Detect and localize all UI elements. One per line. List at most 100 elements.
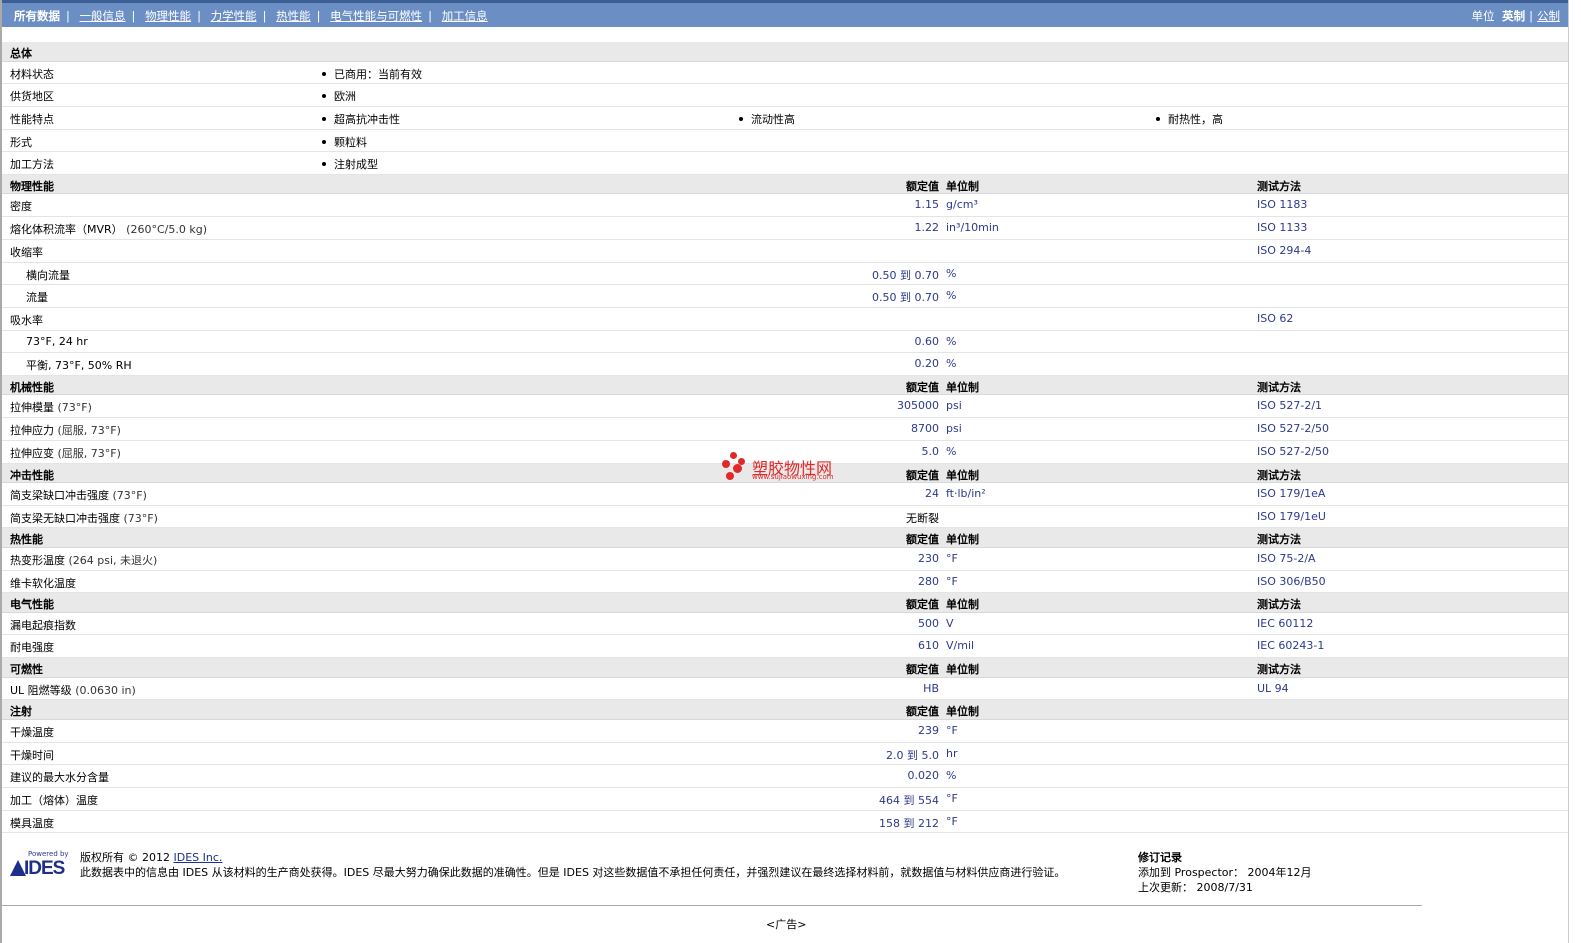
property-value: 239 xyxy=(918,723,939,737)
property-name: 吸水率 xyxy=(10,312,43,328)
section-header: 物理性能 额定值 单位制 测试方法 xyxy=(2,174,1568,195)
property-name: 干燥时间 xyxy=(10,747,54,763)
test-method: ISO 62 xyxy=(1257,311,1294,325)
property-unit: ft·lb/in² xyxy=(946,487,986,500)
property-value: 0.50 到 0.70 xyxy=(872,268,939,282)
property-name: 干燥温度 xyxy=(10,724,54,740)
property-label: 耐电强度 xyxy=(10,641,54,655)
property-unit: °F xyxy=(946,814,958,828)
tab-all-data[interactable]: 所有数据 xyxy=(14,9,60,23)
col-header-unit: 单位制 xyxy=(946,380,979,394)
property-value: 8700 xyxy=(911,422,939,436)
bullet-icon xyxy=(322,116,326,121)
added-value: 2004年12月 xyxy=(1247,866,1312,879)
bullet-text: 欧洲 xyxy=(334,90,356,104)
logo-powered-by: Powered by xyxy=(28,850,69,858)
bullet-icon xyxy=(1156,116,1160,121)
property-label: 建议的最大水分含量 xyxy=(10,771,109,785)
ad-placeholder: <广告> xyxy=(766,918,807,931)
property-value: 0.020 xyxy=(907,769,940,783)
ides-link[interactable]: IDES Inc. xyxy=(174,851,223,864)
property-unit: hr xyxy=(946,746,958,760)
general-row: 形式 颗粒料 xyxy=(2,130,1568,153)
property-value: HB xyxy=(923,681,939,695)
property-label: UL 阻燃等级 xyxy=(10,683,72,697)
tab-general-info[interactable]: 一般信息 xyxy=(80,9,126,23)
property-unit: % xyxy=(946,289,957,303)
property-condition: (260°C/5.0 kg) xyxy=(126,223,207,237)
test-method: ISO 1183 xyxy=(1257,198,1308,212)
property-name: 维卡软化温度 xyxy=(10,575,76,591)
bullet-icon xyxy=(322,71,326,76)
bullet-item: 注射成型 xyxy=(322,156,378,172)
bullet-item: 耐热性，高 xyxy=(1156,111,1223,127)
col-header-unit: 单位制 xyxy=(946,705,979,719)
general-row: 性能特点 超高抗冲击性 流动性高 耐热性，高 xyxy=(2,107,1568,130)
property-label: 维卡软化温度 xyxy=(10,576,76,590)
property-condition: (屈服, 73°F) xyxy=(57,424,121,438)
tab-processing[interactable]: 加工信息 xyxy=(442,9,488,23)
property-row: 维卡软化温度 280 °F ISO 306/B50 xyxy=(2,571,1568,594)
section-header-general: 总体 xyxy=(2,42,1568,62)
test-method: IEC 60243-1 xyxy=(1257,639,1325,653)
property-unit: psi xyxy=(946,399,962,413)
bullet-item: 超高抗冲击性 xyxy=(322,111,400,127)
property-condition: (73°F) xyxy=(57,401,92,415)
test-method: ISO 75-2/A xyxy=(1257,551,1316,565)
right-border xyxy=(1568,0,1569,943)
property-label: 热变形温度 xyxy=(10,553,65,567)
property-name: 73°F, 24 hr xyxy=(26,335,88,348)
property-unit: °F xyxy=(946,791,958,805)
bullet-item: 颗粒料 xyxy=(322,134,367,150)
section-header: 可燃性 额定值 单位制 测试方法 xyxy=(2,658,1568,678)
test-method: ISO 1133 xyxy=(1257,221,1308,235)
property-value: 0.60 xyxy=(914,334,940,348)
bullet-text: 超高抗冲击性 xyxy=(334,112,400,126)
property-row: 拉伸应力 (屈服, 73°F) 8700 psi ISO 527-2/50 xyxy=(2,418,1568,441)
section-header: 注射 额定值 单位制 xyxy=(2,700,1568,720)
property-unit: g/cm³ xyxy=(946,198,978,212)
property-row: 建议的最大水分含量 0.020% xyxy=(2,765,1568,788)
property-row: 拉伸模量 (73°F) 305000 psi ISO 527-2/1 xyxy=(2,395,1568,419)
copyright-label: 版权所有 xyxy=(80,851,124,864)
property-unit: % xyxy=(946,769,957,783)
col-header-method: 测试方法 xyxy=(1257,380,1301,394)
added-label: 添加到 Prospector： xyxy=(1138,866,1245,879)
property-row: 耐电强度 610 V/mil IEC 60243-1 xyxy=(2,635,1568,659)
updated-label: 上次更新： xyxy=(1138,881,1193,894)
property-name: 拉伸应变 (屈服, 73°F) xyxy=(10,445,121,461)
property-name: 简支梁缺口冲击强度 (73°F) xyxy=(10,487,147,503)
test-method: ISO 179/1eA xyxy=(1257,487,1326,500)
tab-physical[interactable]: 物理性能 xyxy=(145,9,191,23)
property-condition: (73°F) xyxy=(112,489,147,502)
updated-value: 2008/7/31 xyxy=(1196,881,1253,894)
property-unit: °F xyxy=(946,551,958,565)
property-label: 干燥温度 xyxy=(10,725,54,739)
property-name: 模具温度 xyxy=(10,815,54,831)
col-header-method: 测试方法 xyxy=(1257,663,1301,677)
property-name: 简支梁无缺口冲击强度 (73°F) xyxy=(10,510,158,526)
property-label: 拉伸应力 xyxy=(10,424,54,438)
test-method: ISO 306/B50 xyxy=(1257,574,1326,588)
section-header: 电气性能 额定值 单位制 测试方法 xyxy=(2,593,1568,613)
property-row: 干燥时间 2.0 到 5.0 hr xyxy=(2,743,1568,766)
property-row: 吸水率 ISO 62 xyxy=(2,308,1568,331)
col-header-unit: 单位制 xyxy=(946,533,979,547)
tab-electrical-flammability[interactable]: 电气性能与可燃性 xyxy=(330,9,422,23)
unit-metric-link[interactable]: 公制 xyxy=(1537,9,1560,23)
datasheet-table: 总体 材料状态 已商用：当前有效 供货地区 欧洲 性能特点 超高抗冲击性 流动性高 耐热性，高形… xyxy=(2,42,1568,834)
bullet-text: 颗粒料 xyxy=(334,135,367,149)
col-header-method: 测试方法 xyxy=(1257,468,1301,482)
col-header-unit: 单位制 xyxy=(946,468,979,482)
property-value: 158 到 212 xyxy=(879,816,939,830)
tab-mechanical[interactable]: 力学性能 xyxy=(211,9,257,23)
property-row: 收缩率 ISO 294-4 xyxy=(2,240,1568,263)
bullet-text: 注射成型 xyxy=(334,158,378,172)
revision-title: 修订记录 xyxy=(1138,851,1182,864)
property-condition: (0.0630 in) xyxy=(75,683,136,697)
section-title: 电气性能 xyxy=(10,598,54,612)
bullet-item: 已商用：当前有效 xyxy=(322,66,422,82)
col-header-value: 额定值 xyxy=(906,598,939,612)
property-value: 305000 xyxy=(897,399,939,413)
tab-thermal[interactable]: 热性能 xyxy=(276,9,311,23)
